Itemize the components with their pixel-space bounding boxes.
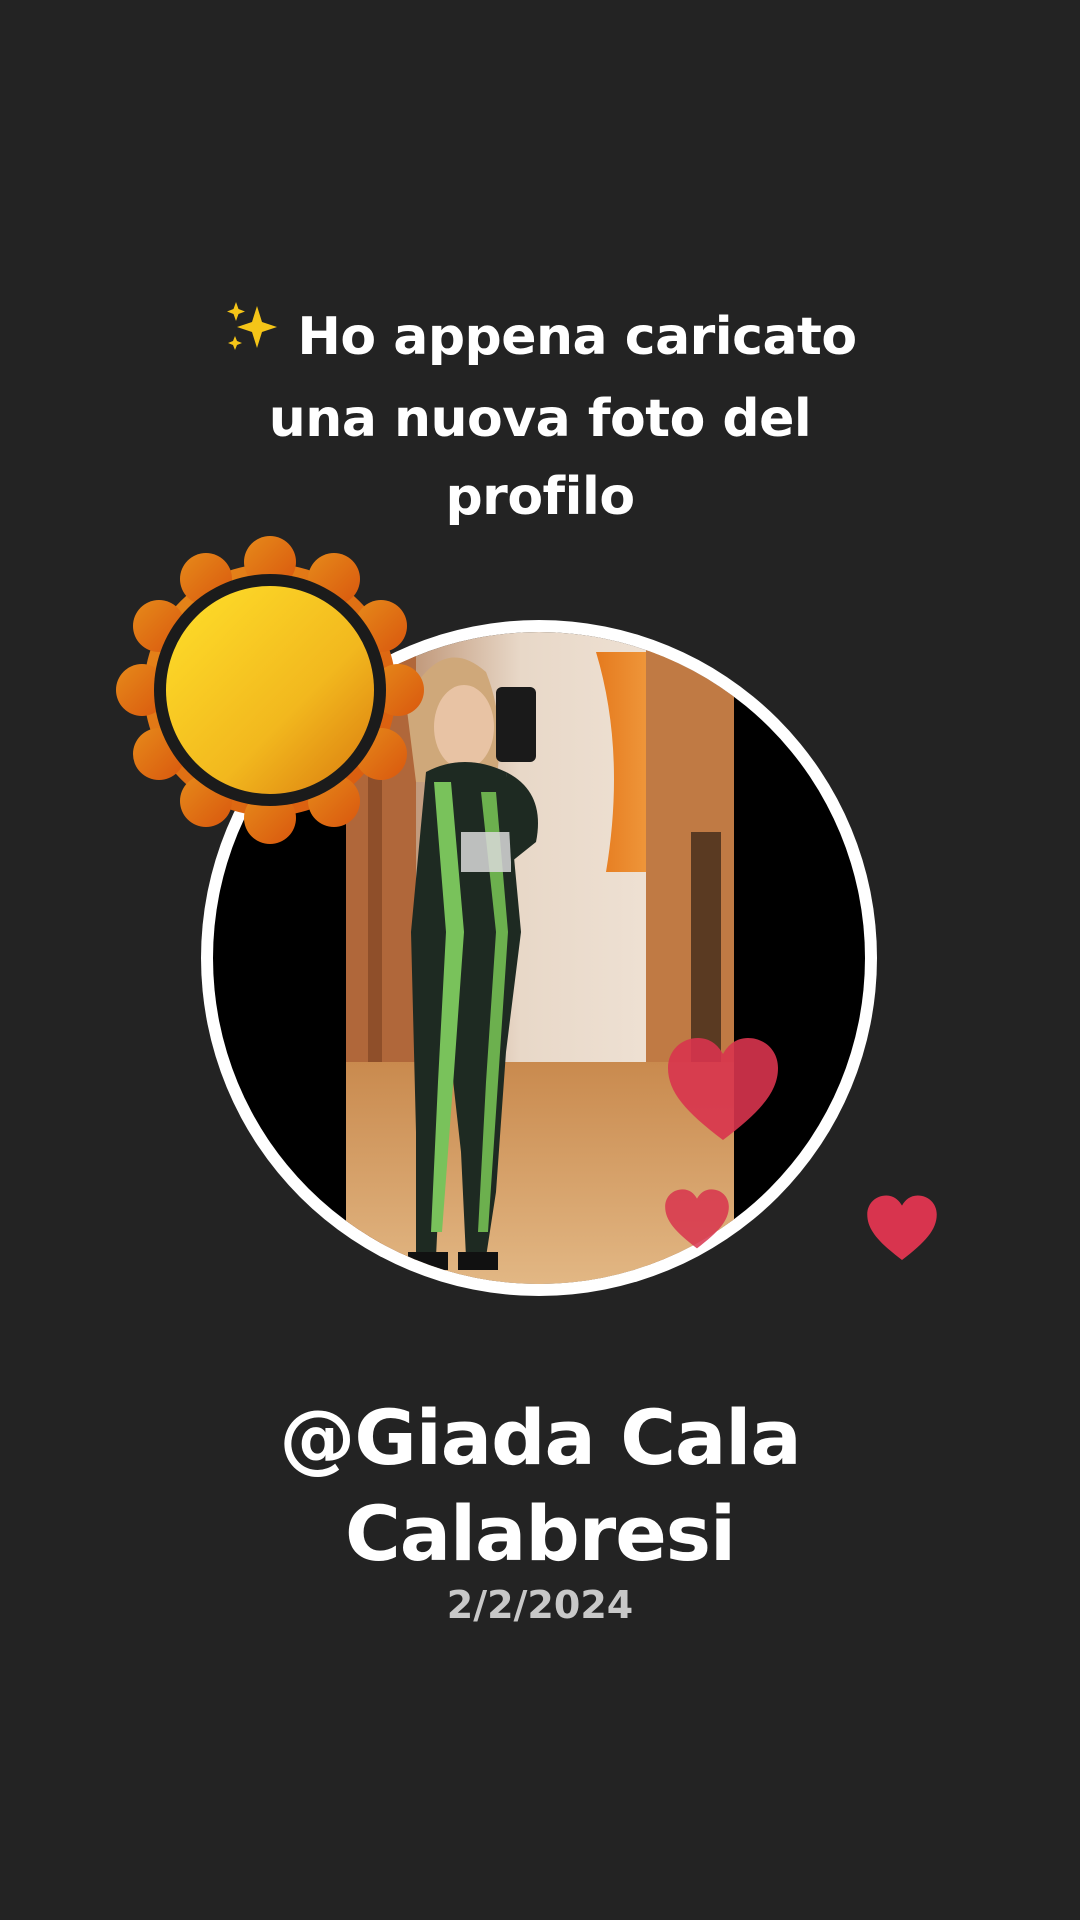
post-date: 2/2/2024 <box>446 1583 634 1627</box>
heart-sticker-icon <box>666 1036 780 1150</box>
headline: Ho appena caricato una nuova foto del pr… <box>140 298 940 536</box>
heart-sticker-icon <box>664 1188 730 1256</box>
heart-sticker-icon <box>866 1194 938 1268</box>
profile-update-screen: Ho appena caricato una nuova foto del pr… <box>0 0 1080 1920</box>
headline-line-2: una nuova foto del <box>268 389 812 449</box>
headline-line-3: profilo <box>445 467 635 527</box>
headline-line-1: Ho appena caricato <box>140 298 940 380</box>
sun-sticker-icon <box>116 536 424 844</box>
sparkles-icon <box>223 300 281 380</box>
headline-text-1: Ho appena caricato <box>297 307 857 367</box>
username: @Giada Cala Calabresi <box>279 1393 801 1578</box>
